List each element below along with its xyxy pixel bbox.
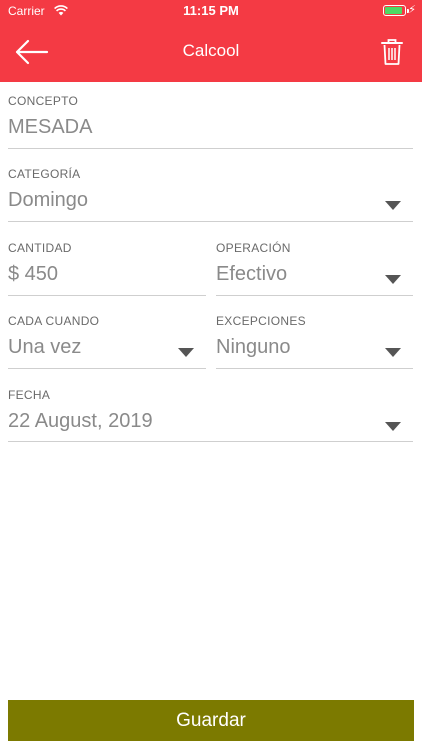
chevron-down-icon[interactable] — [385, 422, 401, 431]
categoria-select[interactable]: CATEGORÍA Domingo — [8, 155, 413, 222]
cantidad-label: CANTIDAD — [8, 241, 72, 255]
excepciones-label: EXCEPCIONES — [216, 314, 306, 328]
cantidad-field[interactable]: CANTIDAD $ 450 — [8, 229, 206, 296]
excepciones-value[interactable]: Ninguno — [216, 336, 291, 359]
charging-bolt-icon: ⚡ — [408, 4, 416, 16]
concepto-input[interactable]: MESADA — [8, 116, 92, 139]
fecha-label: FECHA — [8, 388, 51, 402]
operacion-label: OPERACIÓN — [216, 241, 291, 255]
chevron-down-icon[interactable] — [385, 275, 401, 284]
battery-level — [385, 7, 402, 14]
nav-bar: Calcool — [0, 22, 422, 82]
concepto-field[interactable]: CONCEPTO MESADA — [8, 82, 413, 149]
page-title: Calcool — [182, 41, 240, 60]
fecha-select[interactable]: FECHA 22 August, 2019 — [8, 376, 413, 442]
cada-cuando-select[interactable]: CADA CUANDO Una vez — [8, 302, 206, 369]
excepciones-select[interactable]: EXCEPCIONES Ninguno — [216, 302, 413, 369]
chevron-down-icon[interactable] — [178, 348, 194, 357]
categoria-value[interactable]: Domingo — [8, 189, 88, 212]
operacion-value[interactable]: Efectivo — [216, 263, 287, 286]
status-bar: Carrier 11:15 PM ⚡ — [0, 0, 422, 22]
operacion-select[interactable]: OPERACIÓN Efectivo — [216, 229, 413, 296]
trash-icon[interactable] — [380, 38, 404, 66]
cantidad-input[interactable]: $ 450 — [8, 263, 58, 286]
guardar-button[interactable]: Guardar — [8, 700, 414, 741]
chevron-down-icon[interactable] — [385, 348, 401, 357]
status-time: 11:15 PM — [183, 3, 239, 18]
battery-icon — [383, 5, 409, 16]
cada-cuando-value[interactable]: Una vez — [8, 336, 81, 359]
concepto-label: CONCEPTO — [8, 94, 79, 108]
fecha-value[interactable]: 22 August, 2019 — [8, 410, 153, 433]
cada-cuando-label: CADA CUANDO — [8, 314, 100, 328]
chevron-down-icon[interactable] — [385, 201, 401, 210]
categoria-label: CATEGORÍA — [8, 167, 81, 181]
